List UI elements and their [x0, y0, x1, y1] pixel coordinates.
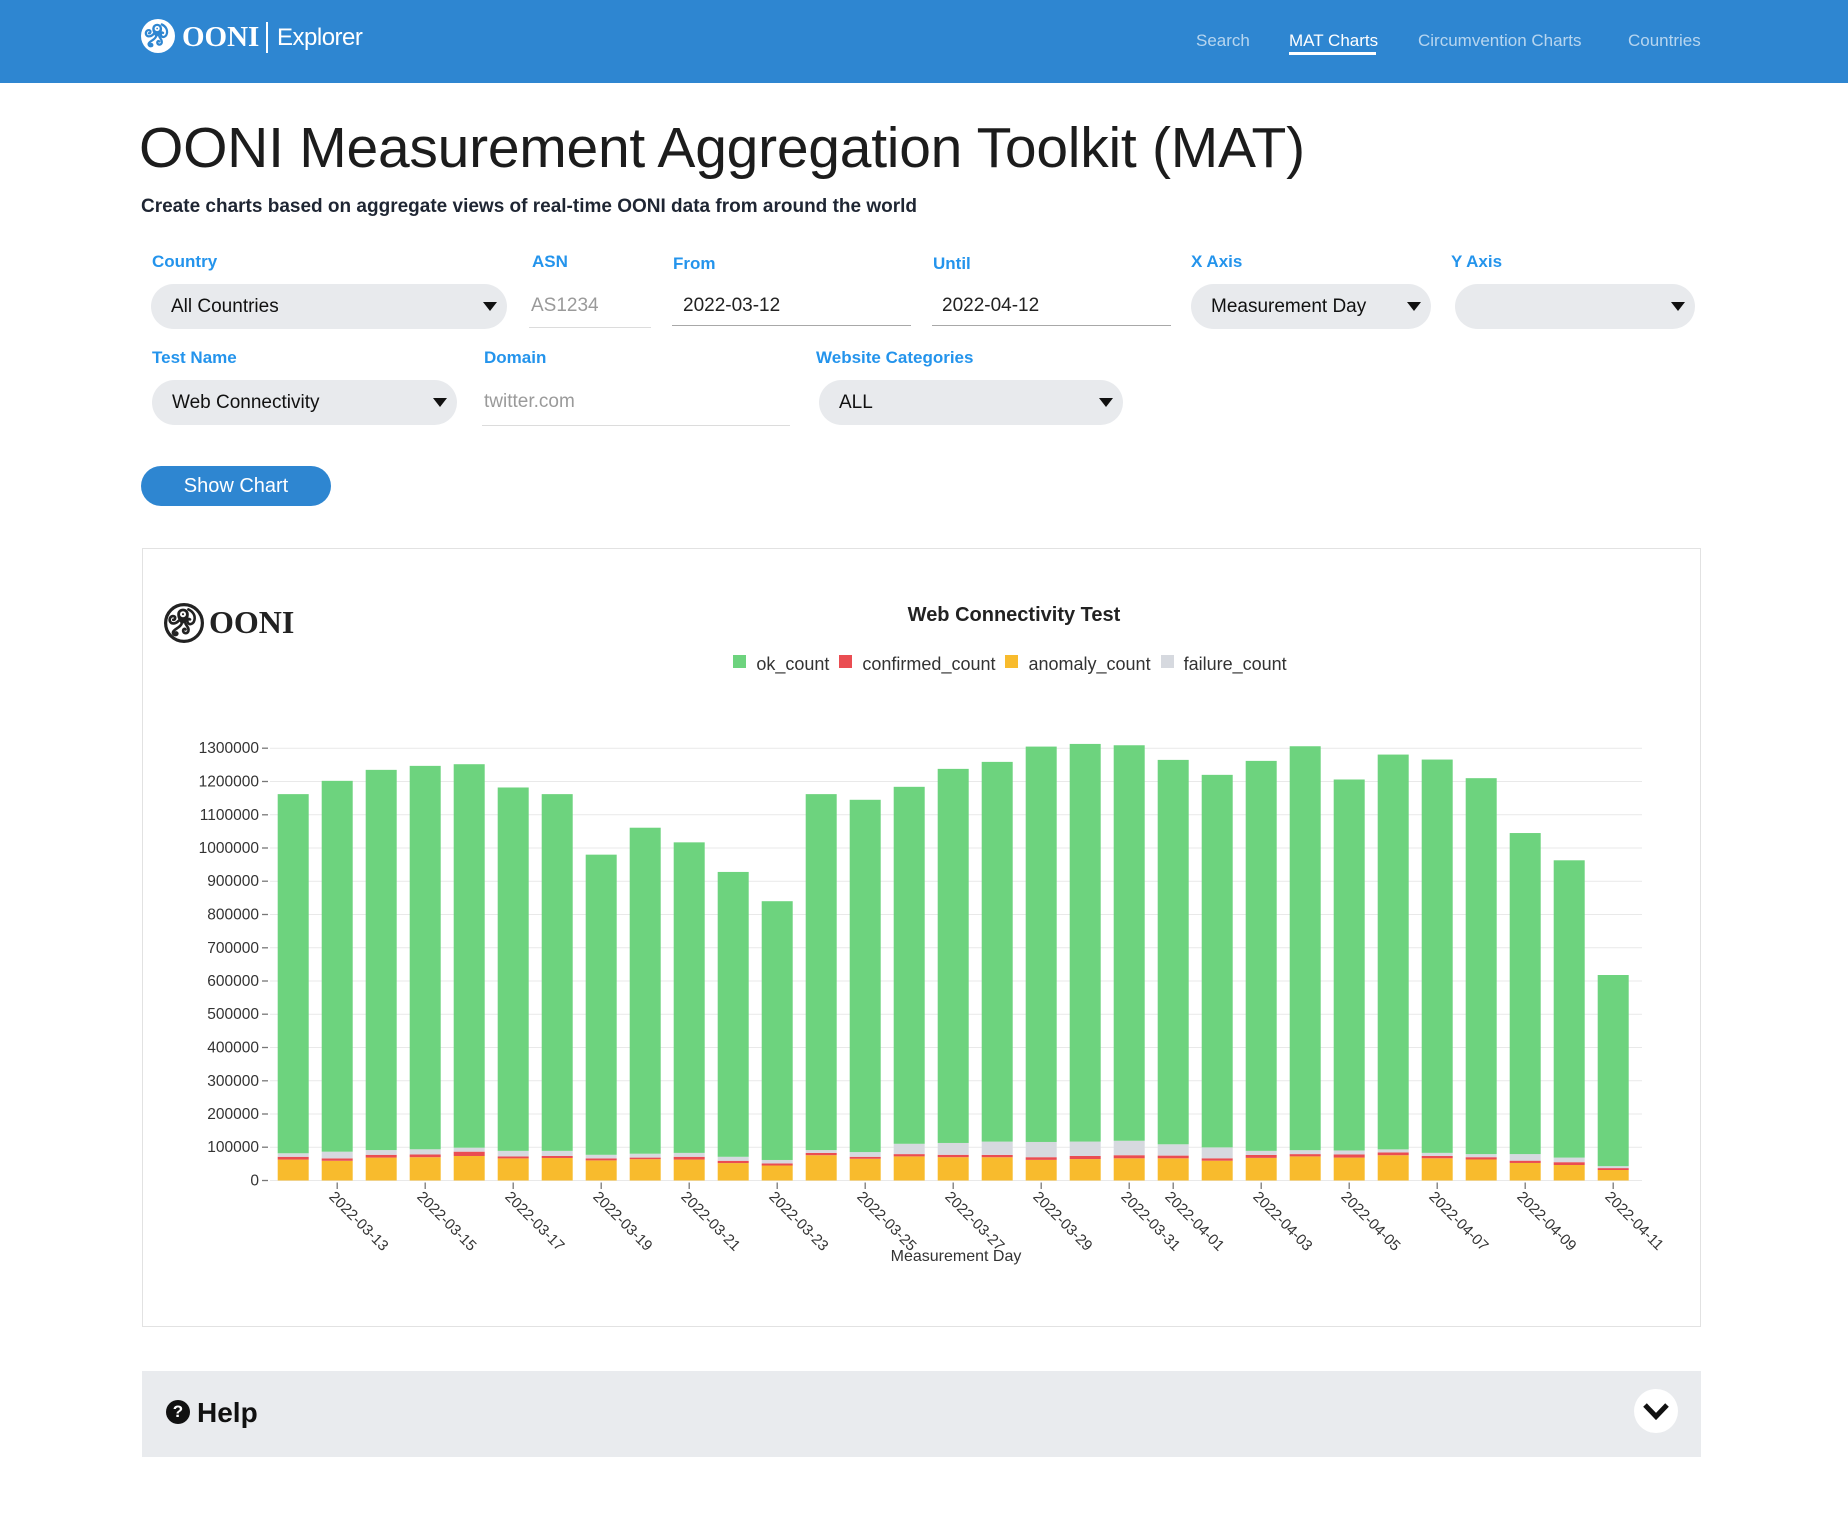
svg-text:2022-03-25: 2022-03-25 [853, 1188, 919, 1254]
svg-text:1200000: 1200000 [199, 774, 260, 791]
svg-text:2022-04-11: 2022-04-11 [1601, 1188, 1666, 1253]
svg-text:200000: 200000 [207, 1106, 259, 1123]
svg-text:2022-03-21: 2022-03-21 [677, 1188, 743, 1254]
svg-text:0: 0 [250, 1173, 259, 1190]
svg-text:2022-04-03: 2022-04-03 [1249, 1188, 1315, 1254]
svg-text:600000: 600000 [207, 973, 259, 990]
svg-text:2022-04-07: 2022-04-07 [1425, 1188, 1491, 1254]
svg-text:800000: 800000 [207, 907, 259, 924]
svg-text:2022-03-15: 2022-03-15 [413, 1188, 479, 1254]
svg-text:900000: 900000 [207, 873, 259, 890]
svg-text:2022-04-09: 2022-04-09 [1513, 1188, 1579, 1254]
svg-text:1300000: 1300000 [199, 740, 260, 757]
svg-text:500000: 500000 [207, 1006, 259, 1023]
svg-text:2022-03-17: 2022-03-17 [501, 1188, 567, 1254]
svg-text:300000: 300000 [207, 1073, 259, 1090]
svg-text:400000: 400000 [207, 1040, 259, 1057]
svg-text:Measurement Day: Measurement Day [891, 1248, 1022, 1265]
svg-text:1100000: 1100000 [200, 807, 260, 824]
svg-text:2022-03-19: 2022-03-19 [589, 1188, 655, 1254]
svg-text:100000: 100000 [207, 1139, 259, 1156]
svg-text:2022-03-29: 2022-03-29 [1029, 1188, 1095, 1254]
svg-text:2022-03-13: 2022-03-13 [325, 1188, 391, 1254]
svg-text:2022-03-27: 2022-03-27 [941, 1188, 1007, 1254]
svg-text:700000: 700000 [207, 940, 259, 957]
svg-text:2022-03-23: 2022-03-23 [765, 1188, 831, 1254]
svg-text:2022-04-05: 2022-04-05 [1337, 1188, 1403, 1254]
svg-text:1000000: 1000000 [199, 840, 260, 857]
